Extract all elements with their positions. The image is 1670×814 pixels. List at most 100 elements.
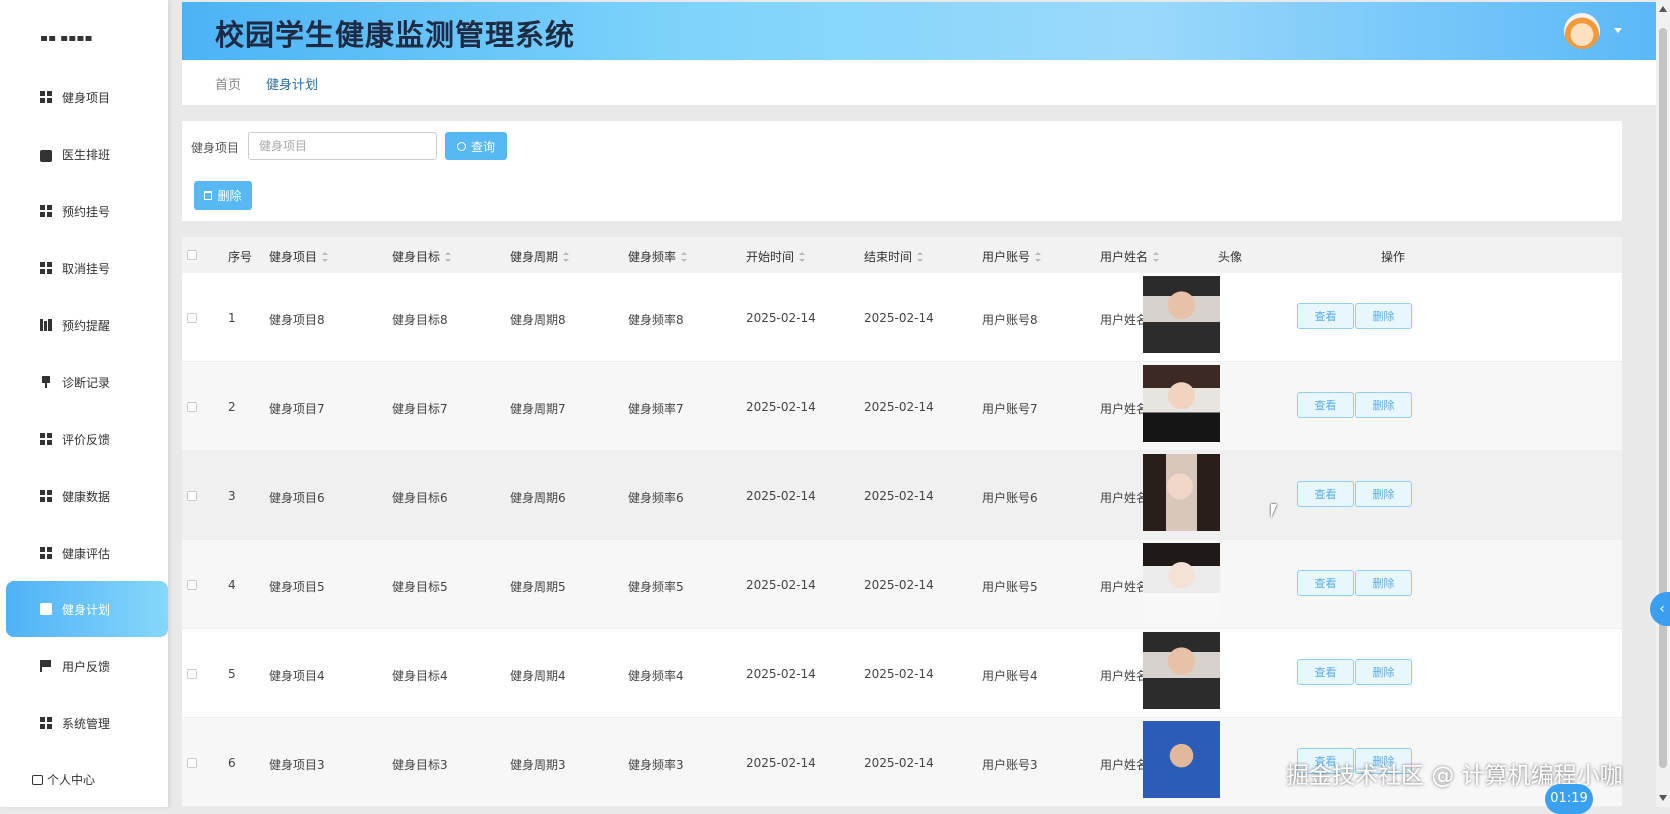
cell-cycle: 健身周期3 <box>510 758 566 772</box>
sidebar-item-reminders[interactable]: 预约提醒 <box>6 297 168 353</box>
view-button[interactable]: 查看 <box>1297 570 1354 596</box>
delete-button[interactable]: 删除 <box>1355 659 1412 685</box>
sort-icon[interactable] <box>1035 251 1042 262</box>
sidebar-item-user-center[interactable]: 个人中心 <box>32 771 95 788</box>
sidebar-item-fitness-plan[interactable]: 健身计划 <box>6 581 168 637</box>
collapse-panel-button[interactable]: ‹ <box>1650 592 1670 626</box>
delete-button[interactable]: 删除 <box>1355 392 1412 418</box>
chevron-down-icon[interactable] <box>1614 28 1622 33</box>
view-button[interactable]: 查看 <box>1297 659 1354 685</box>
view-button[interactable]: 查看 <box>1297 392 1354 418</box>
select-all-checkbox[interactable] <box>187 250 197 260</box>
sort-icon[interactable] <box>799 251 806 262</box>
cell-project: 健身项目3 <box>269 758 325 772</box>
table-row[interactable]: 3 健身项目6 健身目标6 健身周期6 健身频率6 2025-02-14 2025-02-1… <box>182 451 1622 540</box>
row-checkbox[interactable] <box>187 402 197 412</box>
sort-icon[interactable] <box>563 251 570 262</box>
sort-icon[interactable] <box>322 251 329 262</box>
user-avatar-image <box>1143 632 1220 709</box>
cell-goal: 健身目标3 <box>392 758 448 772</box>
cell-index: 3 <box>228 489 236 503</box>
table-row[interactable]: 4 健身项目5 健身目标5 健身周期5 健身频率5 2025-02-14 2025-02-1… <box>182 540 1622 629</box>
row-checkbox[interactable] <box>187 313 197 323</box>
cell-end: 2025-02-14 <box>864 400 934 414</box>
view-button[interactable]: 查看 <box>1297 303 1354 329</box>
sidebar-item-fitness-projects[interactable]: 健身项目 <box>6 69 168 125</box>
batch-delete-button[interactable]: 删除 <box>194 181 252 210</box>
grid-icon <box>40 433 52 445</box>
table-row[interactable]: 2 健身项目7 健身目标7 健身周期7 健身频率7 2025-02-14 2025-02-1… <box>182 362 1622 451</box>
column-header-account[interactable]: 用户账号 <box>982 248 1042 265</box>
breadcrumb-home[interactable]: 首页 <box>215 74 241 93</box>
batch-delete-label: 删除 <box>217 189 242 203</box>
column-header-goal[interactable]: 健身目标 <box>392 248 452 265</box>
search-input[interactable] <box>248 132 437 160</box>
sidebar-item-cancel-appointment[interactable]: 取消挂号 <box>6 240 168 296</box>
cell-index: 6 <box>228 756 236 770</box>
cell-frequency: 健身频率6 <box>628 491 684 505</box>
scroll-up-arrow-icon[interactable] <box>1659 6 1667 12</box>
cell-frequency: 健身频率7 <box>628 402 684 416</box>
column-header-start[interactable]: 开始时间 <box>746 248 806 265</box>
cell-account: 用户账号3 <box>982 758 1038 772</box>
cell-project: 健身项目4 <box>269 669 325 683</box>
row-checkbox[interactable] <box>187 580 197 590</box>
scroll-thumb[interactable] <box>1659 28 1667 768</box>
sort-icon[interactable] <box>1153 251 1160 262</box>
column-header-cycle[interactable]: 健身周期 <box>510 248 570 265</box>
query-button[interactable]: 查询 <box>445 132 507 160</box>
row-checkbox[interactable] <box>187 491 197 501</box>
sort-icon[interactable] <box>445 251 452 262</box>
sidebar-item-diagnosis[interactable]: 诊断记录 <box>6 354 168 410</box>
grid-icon <box>40 262 52 274</box>
sidebar-item-appointment[interactable]: 预约挂号 <box>6 183 168 239</box>
table-row[interactable]: 5 健身项目4 健身目标4 健身周期4 健身频率4 2025-02-14 2025-02-1… <box>182 629 1622 718</box>
column-header-name[interactable]: 用户姓名 <box>1100 248 1160 265</box>
sidebar-item-feedback-review[interactable]: 评价反馈 <box>6 411 168 467</box>
top-header: 校园学生健康监测管理系统 <box>182 2 1656 60</box>
column-header-index: 序号 <box>228 250 253 264</box>
scrollbar[interactable] <box>1656 0 1670 807</box>
view-button[interactable]: 查看 <box>1297 481 1354 507</box>
avatar[interactable] <box>1564 13 1600 49</box>
breadcrumb-current[interactable]: 健身计划 <box>266 74 318 93</box>
sidebar-item-user-feedback[interactable]: 用户反馈 <box>6 638 168 694</box>
calendar-icon <box>32 774 43 785</box>
table-row[interactable]: 1 健身项目8 健身目标8 健身周期8 健身频率8 2025-02-14 2025-02-1… <box>182 273 1622 362</box>
column-header-avatar: 头像 <box>1218 250 1243 264</box>
cell-cycle: 健身周期8 <box>510 313 566 327</box>
sidebar: ▪▪ ▪▪▪▪ 健身项目 医生排班 预约挂号 取消挂号 预约提醒 诊断记录 评价… <box>0 0 168 807</box>
column-header-frequency[interactable]: 健身频率 <box>628 248 688 265</box>
cell-account: 用户账号4 <box>982 669 1038 683</box>
delete-button[interactable]: 删除 <box>1355 570 1412 596</box>
row-checkbox[interactable] <box>187 669 197 679</box>
sidebar-item-label: 健康评估 <box>62 546 111 561</box>
cell-account: 用户账号6 <box>982 491 1038 505</box>
scroll-down-arrow-icon[interactable] <box>1659 795 1667 801</box>
row-checkbox[interactable] <box>187 758 197 768</box>
delete-button[interactable]: 删除 <box>1355 481 1412 507</box>
cell-goal: 健身目标6 <box>392 491 448 505</box>
user-avatar-image <box>1143 276 1220 353</box>
table-header: 序号 健身项目 健身目标 健身周期 健身频率 开始时间 结束时间 用户账号 用户… <box>182 237 1622 273</box>
sidebar-item-label: 医生排班 <box>62 147 111 162</box>
sidebar-item-label: 取消挂号 <box>62 261 111 276</box>
cell-end: 2025-02-14 <box>864 667 934 681</box>
delete-button[interactable]: 删除 <box>1355 303 1412 329</box>
sidebar-item-doctor-schedule[interactable]: 医生排班 <box>6 126 168 182</box>
grid-icon <box>40 547 52 559</box>
query-button-label: 查询 <box>470 139 495 154</box>
sidebar-item-label: 健身项目 <box>62 90 111 105</box>
cell-goal: 健身目标5 <box>392 580 448 594</box>
cell-project: 健身项目7 <box>269 402 325 416</box>
cell-start: 2025-02-14 <box>746 311 816 325</box>
cell-start: 2025-02-14 <box>746 667 816 681</box>
column-header-project[interactable]: 健身项目 <box>269 248 329 265</box>
sidebar-item-health-data[interactable]: 健康数据 <box>6 468 168 524</box>
sort-icon[interactable] <box>917 251 924 262</box>
app-title: 校园学生健康监测管理系统 <box>215 18 576 52</box>
sidebar-item-system-management[interactable]: 系统管理 <box>6 695 168 751</box>
sort-icon[interactable] <box>681 251 688 262</box>
sidebar-item-health-assessment[interactable]: 健康评估 <box>6 525 168 581</box>
column-header-end[interactable]: 结束时间 <box>864 248 924 265</box>
